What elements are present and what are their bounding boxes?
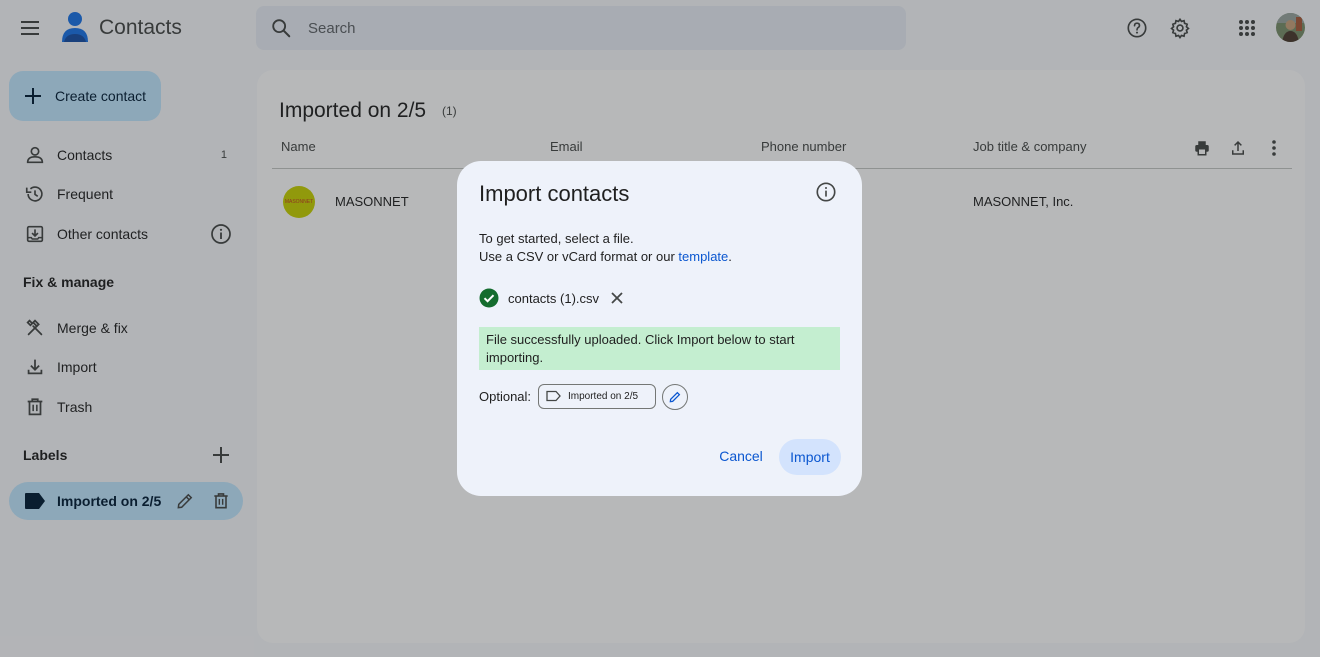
- label-outline-icon: [546, 390, 561, 402]
- file-name: contacts (1).csv: [508, 290, 600, 306]
- instructions-line2-suffix: .: [728, 249, 732, 264]
- selected-file: contacts (1).csv: [479, 287, 626, 309]
- template-link[interactable]: template: [678, 249, 728, 264]
- dialog-instructions: To get started, select a file. Use a CSV…: [479, 230, 839, 266]
- instructions-line1: To get started, select a file.: [479, 231, 634, 246]
- optional-label: Optional:: [479, 389, 532, 404]
- label-chip[interactable]: Imported on 2/5: [538, 384, 656, 409]
- import-button[interactable]: Import: [779, 439, 841, 475]
- dialog-title: Import contacts: [479, 181, 630, 206]
- cancel-button[interactable]: Cancel: [711, 440, 771, 472]
- info-icon[interactable]: [815, 181, 837, 203]
- instructions-line2-prefix: Use a CSV or vCard format or our: [479, 249, 679, 264]
- edit-label-button[interactable]: [662, 384, 688, 410]
- remove-file-button[interactable]: [608, 289, 626, 307]
- edit-icon: [669, 391, 681, 403]
- check-circle-icon: [479, 288, 499, 308]
- close-icon: [611, 292, 623, 304]
- instructions-line2: Use a CSV or vCard format or our templat…: [479, 248, 839, 266]
- import-dialog: Import contacts To get started, select a…: [457, 161, 862, 496]
- success-banner: File successfully uploaded. Click Import…: [479, 327, 840, 370]
- label-chip-text: Imported on 2/5: [568, 391, 639, 402]
- success-message: File successfully uploaded. Click Import…: [486, 332, 795, 365]
